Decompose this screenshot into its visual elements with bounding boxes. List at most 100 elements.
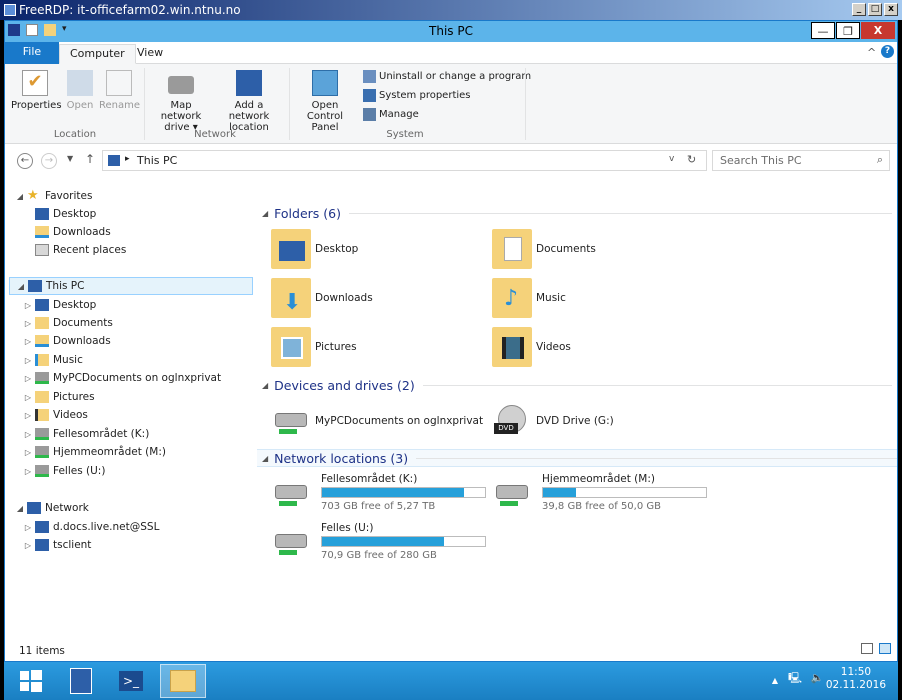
netloc-item-felles[interactable]: Felles (U:) 70,9 GB free of 280 GB: [271, 522, 491, 566]
nav-pc-desktop[interactable]: ▷ Desktop: [23, 296, 96, 314]
folder-item-videos[interactable]: Videos: [492, 325, 571, 369]
open-control-panel-button[interactable]: Open Control Panel: [293, 70, 357, 133]
expanded-arrow-icon[interactable]: ◢: [262, 209, 268, 218]
expanded-arrow-icon[interactable]: ◢: [15, 192, 25, 201]
address-bar-row: ← → ▼ ↑ ▸ This PC v ↻ Search This PC ⌕: [5, 145, 897, 177]
server-manager-button[interactable]: [58, 664, 104, 698]
network-drive-icon: [168, 76, 194, 94]
uninstall-program-button[interactable]: Uninstall or change a program: [363, 70, 531, 83]
nav-pc-videos[interactable]: ▷ Videos: [23, 406, 88, 424]
address-bar[interactable]: ▸ This PC v ↻: [102, 150, 707, 171]
tab-computer[interactable]: Computer: [59, 44, 136, 64]
nav-pc-mypcdocuments[interactable]: ▷ MyPCDocuments on oglnxprivat: [23, 369, 221, 387]
clock[interactable]: 11:50 02.11.2016: [826, 666, 886, 692]
back-button[interactable]: ←: [17, 153, 33, 169]
group-header-network-locations[interactable]: ◢ Network locations (3): [257, 449, 897, 467]
nav-net-docs-live[interactable]: ▷ d.docs.live.net@SSL: [23, 518, 159, 536]
folder-item-music[interactable]: ♪ Music: [492, 276, 566, 320]
collapsed-arrow-icon[interactable]: ▷: [23, 393, 33, 402]
netloc-item-hjemmeomradet[interactable]: Hjemmeområdet (M:) 39,8 GB free of 50,0 …: [492, 473, 712, 517]
large-icons-view-icon[interactable]: [879, 643, 891, 654]
folder-item-downloads[interactable]: ⬇ Downloads: [271, 276, 373, 320]
dropdown-chevron-icon[interactable]: v: [669, 154, 674, 164]
start-button[interactable]: [8, 664, 54, 698]
expanded-arrow-icon[interactable]: ◢: [262, 454, 268, 463]
rdp-minimize-button[interactable]: _: [852, 3, 866, 16]
tab-file[interactable]: File: [5, 42, 59, 64]
chevron-right-icon[interactable]: ▸: [125, 154, 130, 164]
rdp-close-button[interactable]: x: [884, 3, 898, 16]
device-item-mypcdocuments[interactable]: MyPCDocuments on oglnxprivat: [271, 399, 483, 443]
nav-pc-fellesomradet[interactable]: ▷ Fellesområdet (K:): [23, 425, 149, 443]
system-properties-button[interactable]: System properties: [363, 89, 471, 102]
expanded-arrow-icon[interactable]: ◢: [15, 504, 25, 513]
expanded-arrow-icon[interactable]: ◢: [262, 381, 268, 390]
collapsed-arrow-icon[interactable]: ▷: [23, 448, 33, 457]
system-properties-icon: [363, 89, 376, 102]
nav-pc-hjemmeomradet[interactable]: ▷ Hjemmeområdet (M:): [23, 443, 166, 461]
group-header-folders[interactable]: ◢ Folders (6): [262, 204, 892, 222]
collapsed-arrow-icon[interactable]: ▷: [23, 541, 33, 550]
nav-pc-downloads[interactable]: ▷ Downloads: [23, 332, 111, 350]
recent-locations-chevron-icon[interactable]: ▼: [67, 154, 73, 163]
manage-button[interactable]: Manage: [363, 108, 419, 121]
network-tray-icon[interactable]: 🖳: [788, 672, 802, 685]
nav-fav-recent[interactable]: Recent places: [33, 241, 126, 259]
volume-icon[interactable]: 🔈: [811, 672, 824, 685]
netloc-item-fellesomradet[interactable]: Fellesområdet (K:) 703 GB free of 5,27 T…: [271, 473, 491, 517]
forward-button[interactable]: →: [41, 153, 57, 169]
rdp-maximize-button[interactable]: □: [868, 3, 882, 16]
map-network-drive-button[interactable]: Map network drive ▾: [149, 70, 213, 133]
server-manager-icon: [70, 668, 92, 694]
up-arrow-icon[interactable]: ↑: [85, 152, 95, 166]
file-explorer-button[interactable]: [160, 664, 206, 698]
nav-fav-desktop[interactable]: Desktop: [33, 205, 96, 223]
nav-favorites[interactable]: ◢ ★ Favorites: [15, 187, 93, 205]
desktop-icon: [35, 208, 49, 220]
minimize-button[interactable]: —: [811, 22, 835, 39]
collapsed-arrow-icon[interactable]: ▷: [23, 411, 33, 420]
powershell-button[interactable]: >_: [108, 664, 154, 698]
search-icon[interactable]: ⌕: [877, 153, 883, 167]
show-hidden-icons-icon[interactable]: ▲: [772, 674, 778, 687]
collapsed-arrow-icon[interactable]: ▷: [23, 337, 33, 346]
chevron-up-icon[interactable]: ^: [867, 46, 876, 59]
properties-button[interactable]: ✔ Properties: [11, 70, 62, 111]
collapsed-arrow-icon[interactable]: ▷: [23, 374, 33, 383]
add-network-location-button[interactable]: Add a network location: [214, 70, 284, 133]
collapsed-arrow-icon[interactable]: ▷: [23, 356, 33, 365]
nav-network[interactable]: ◢ Network: [15, 499, 89, 517]
nav-pc-pictures[interactable]: ▷ Pictures: [23, 388, 95, 406]
close-button[interactable]: X: [861, 22, 895, 39]
nav-pc-documents[interactable]: ▷ Documents: [23, 314, 113, 332]
tab-view[interactable]: View: [127, 44, 173, 64]
folder-item-pictures[interactable]: Pictures: [271, 325, 357, 369]
nav-net-tsclient[interactable]: ▷ tsclient: [23, 536, 91, 554]
refresh-icon[interactable]: ↻: [687, 153, 696, 166]
folder-item-desktop[interactable]: Desktop: [271, 227, 358, 271]
recent-places-icon: [35, 244, 49, 256]
nav-pc-music[interactable]: ▷ Music: [23, 351, 83, 369]
collapsed-arrow-icon[interactable]: ▷: [23, 430, 33, 439]
folder-item-documents[interactable]: Documents: [492, 227, 596, 271]
expanded-arrow-icon[interactable]: ◢: [16, 282, 26, 291]
help-icon[interactable]: ?: [881, 45, 894, 58]
rdp-app-icon: [4, 4, 16, 16]
breadcrumb-this-pc[interactable]: This PC: [137, 154, 177, 167]
capacity-fill: [543, 488, 576, 497]
collapsed-arrow-icon[interactable]: ▷: [23, 301, 33, 310]
collapsed-arrow-icon[interactable]: ▷: [23, 523, 33, 532]
nav-this-pc[interactable]: ◢ This PC: [9, 277, 253, 295]
content-pane: ◢ Folders (6) Desktop Documents ⬇ Download…: [257, 177, 897, 637]
collapsed-arrow-icon[interactable]: ▷: [23, 319, 33, 328]
properties-check-icon: ✔: [22, 70, 48, 96]
collapsed-arrow-icon[interactable]: ▷: [23, 467, 33, 476]
group-header-devices[interactable]: ◢ Devices and drives (2): [262, 376, 892, 394]
nav-pc-felles[interactable]: ▷ Felles (U:): [23, 462, 105, 480]
maximize-button[interactable]: ❐: [836, 22, 860, 39]
search-input[interactable]: Search This PC ⌕: [712, 150, 890, 171]
item-count: 11 items: [19, 645, 65, 657]
nav-fav-downloads[interactable]: Downloads: [33, 223, 111, 241]
details-view-icon[interactable]: [861, 643, 873, 654]
device-item-dvd-drive[interactable]: DVD DVD Drive (G:): [492, 399, 614, 443]
